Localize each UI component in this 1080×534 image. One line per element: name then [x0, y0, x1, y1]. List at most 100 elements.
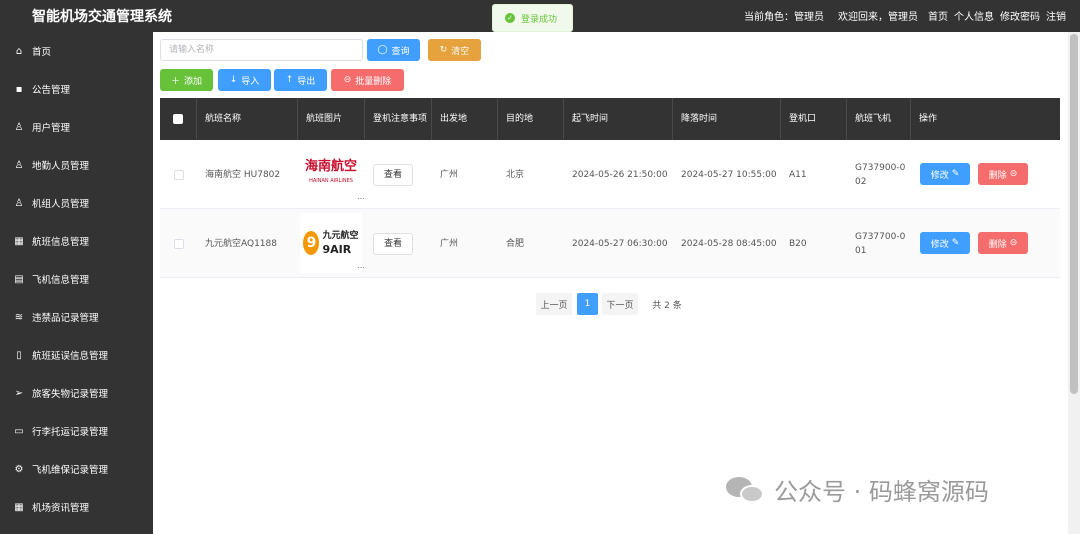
sidebar-item-label: 首页 — [32, 47, 52, 58]
row-checkbox[interactable] — [173, 238, 184, 249]
arrival-time: 2024-05-27 10:55:00 — [681, 169, 777, 180]
sidebar-item-notices[interactable]: ▪ 公告管理 — [0, 74, 153, 104]
col-header: 起飞时间 — [564, 98, 673, 140]
scrollbar-thumb[interactable] — [1070, 34, 1078, 394]
row-select-cell — [160, 209, 197, 278]
nav-change-password-link[interactable]: 修改密码 — [1000, 8, 1040, 23]
row-select-cell — [160, 140, 197, 209]
sidebar-item-delays[interactable]: ▯ 航班延误信息管理 — [0, 340, 153, 370]
batch-delete-button[interactable]: ⊝ 批量删除 — [331, 69, 404, 91]
delete-button[interactable]: 删除 ⊝ — [978, 232, 1028, 254]
delete-button[interactable]: 删除 ⊝ — [978, 163, 1028, 185]
more-ellipsis-icon: … — [357, 192, 365, 201]
flight-image-cell: 海南航空 HAINAN AIRLINES … — [298, 140, 365, 209]
export-button[interactable]: ↑ 导出 — [274, 69, 327, 91]
app-title: 智能机场交通管理系统 — [32, 9, 172, 25]
remove-icon: ⊝ — [1009, 238, 1018, 248]
card-icon: ▭ — [14, 425, 24, 437]
col-header: 登机口 — [781, 98, 847, 140]
sidebar-item-ground-staff[interactable]: ♙ 地勤人员管理 — [0, 150, 153, 180]
clear-button[interactable]: ↻ 清空 — [428, 39, 481, 61]
select-all-cell — [160, 98, 197, 140]
gate: A11 — [789, 169, 807, 180]
hainan-airlines-logo[interactable]: 海南航空 HAINAN AIRLINES — [300, 144, 362, 204]
flight-name: 九元航空AQ1188 — [205, 238, 277, 249]
sidebar-item-users[interactable]: ♙ 用户管理 — [0, 112, 153, 142]
select-all-checkbox[interactable] — [173, 114, 183, 124]
sidebar-item-crew[interactable]: ♙ 机组人员管理 — [0, 188, 153, 218]
9air-logo[interactable]: 9 九元航空 9AIR — [300, 213, 362, 273]
destination: 合肥 — [506, 238, 525, 249]
notebook-icon: ▯ — [16, 349, 22, 361]
edit-icon: ✎ — [951, 238, 960, 248]
table-row: 海南航空 HU7802 海南航空 HAINAN AIRLINES … 查看 广州… — [160, 140, 1060, 209]
total-count: 共 2 条 — [652, 300, 682, 311]
remove-icon: ⊝ — [1009, 169, 1018, 179]
user-icon: ♙ — [14, 159, 24, 171]
role-text: 当前角色：管理员 — [744, 12, 824, 23]
table-header: 航班名称 航班图片 登机注意事项 出发地 目的地 起飞时间 降落时间 登机口 航… — [160, 98, 1060, 140]
sidebar-item-label: 旅客失物记录管理 — [32, 389, 109, 400]
col-header: 操作 — [919, 114, 938, 124]
sidebar-item-label: 地勤人员管理 — [32, 161, 90, 172]
watermark-text: 公众号 · 码蜂窝源码 — [774, 478, 989, 506]
wechat-icon — [726, 475, 766, 505]
nav-logout-link[interactable]: 注销 — [1046, 8, 1066, 23]
view-button[interactable]: 查看 — [373, 232, 413, 255]
nav-profile-link[interactable]: 个人信息 — [954, 8, 994, 23]
nav-home-link[interactable]: 首页 — [928, 8, 948, 23]
sidebar-item-label: 违禁品记录管理 — [32, 313, 99, 324]
page-scrollbar[interactable] — [1068, 32, 1080, 534]
departure: 广州 — [440, 169, 459, 180]
aircraft-id-part: 02 — [855, 176, 867, 187]
edit-button[interactable]: 修改 ✎ — [920, 163, 970, 185]
sidebar-item-news[interactable]: ▦ 机场资讯管理 — [0, 492, 153, 522]
sidebar-item-maintenance[interactable]: ⚙ 飞机维保记录管理 — [0, 454, 153, 484]
sidebar-item-label: 行李托运记录管理 — [32, 427, 109, 438]
refresh-icon: ↻ — [439, 45, 448, 55]
edit-button[interactable]: 修改 ✎ — [920, 232, 970, 254]
query-button[interactable]: ◯ 查询 — [367, 39, 420, 61]
add-button[interactable]: ＋添加 — [160, 69, 213, 91]
boarding-notes-cell: 查看 — [365, 209, 432, 278]
arrival-time: 2024-05-28 08:45:00 — [681, 238, 777, 249]
sidebar-item-label: 航班信息管理 — [32, 237, 90, 248]
col-header: 目的地 — [498, 98, 564, 140]
prev-page-button[interactable]: 上一页 — [536, 293, 572, 315]
remove-icon: ⊝ — [343, 75, 352, 85]
sidebar-item-flights[interactable]: ▦ 航班信息管理 — [0, 226, 153, 256]
sidebar-item-label: 用户管理 — [32, 123, 71, 134]
aircraft-id-part: 01 — [855, 245, 867, 256]
plus-icon: ＋ — [170, 76, 180, 87]
gate: B20 — [789, 238, 807, 249]
search-input[interactable] — [160, 39, 363, 61]
aircraft-id-part: G737900-0 — [855, 162, 906, 173]
row-checkbox[interactable] — [173, 169, 184, 180]
user-icon: ♙ — [14, 121, 24, 133]
home-icon: ⌂ — [15, 45, 23, 57]
sidebar-item-aircraft[interactable]: ▤ 飞机信息管理 — [0, 264, 153, 294]
view-button[interactable]: 查看 — [373, 163, 413, 186]
col-header: 出发地 — [432, 98, 498, 140]
sidebar-item-label: 飞机维保记录管理 — [32, 465, 109, 476]
flight-name: 海南航空 HU7802 — [205, 169, 281, 180]
departure: 广州 — [440, 238, 459, 249]
col-header: 航班图片 — [298, 98, 365, 140]
aircraft-id-part: G737700-0 — [855, 231, 906, 242]
more-ellipsis-icon: … — [357, 261, 365, 270]
sidebar-item-label: 机组人员管理 — [32, 199, 90, 210]
sidebar-item-contraband[interactable]: ≋ 违禁品记录管理 — [0, 302, 153, 332]
page-number-button[interactable]: 1 — [577, 293, 598, 315]
sidebar-item-lost-items[interactable]: ➢ 旅客失物记录管理 — [0, 378, 153, 408]
col-header: 降落时间 — [673, 98, 781, 140]
sidebar-item-baggage[interactable]: ▭ 行李托运记录管理 — [0, 416, 153, 446]
send-icon: ➢ — [14, 387, 24, 399]
destination: 北京 — [506, 169, 525, 180]
next-page-button[interactable]: 下一页 — [602, 293, 638, 315]
col-header: 航班飞机 — [847, 98, 911, 140]
table-row: 九元航空AQ1188 9 九元航空 9AIR … 查看 广州 合肥 2024-0… — [160, 209, 1060, 278]
sidebar-item-home[interactable]: ⌂ 首页 — [0, 36, 153, 66]
arrow-up-icon: ↑ — [285, 75, 294, 85]
aircraft-cell: G737900-0 02 — [847, 140, 911, 209]
import-button[interactable]: ↓ 导入 — [218, 69, 271, 91]
